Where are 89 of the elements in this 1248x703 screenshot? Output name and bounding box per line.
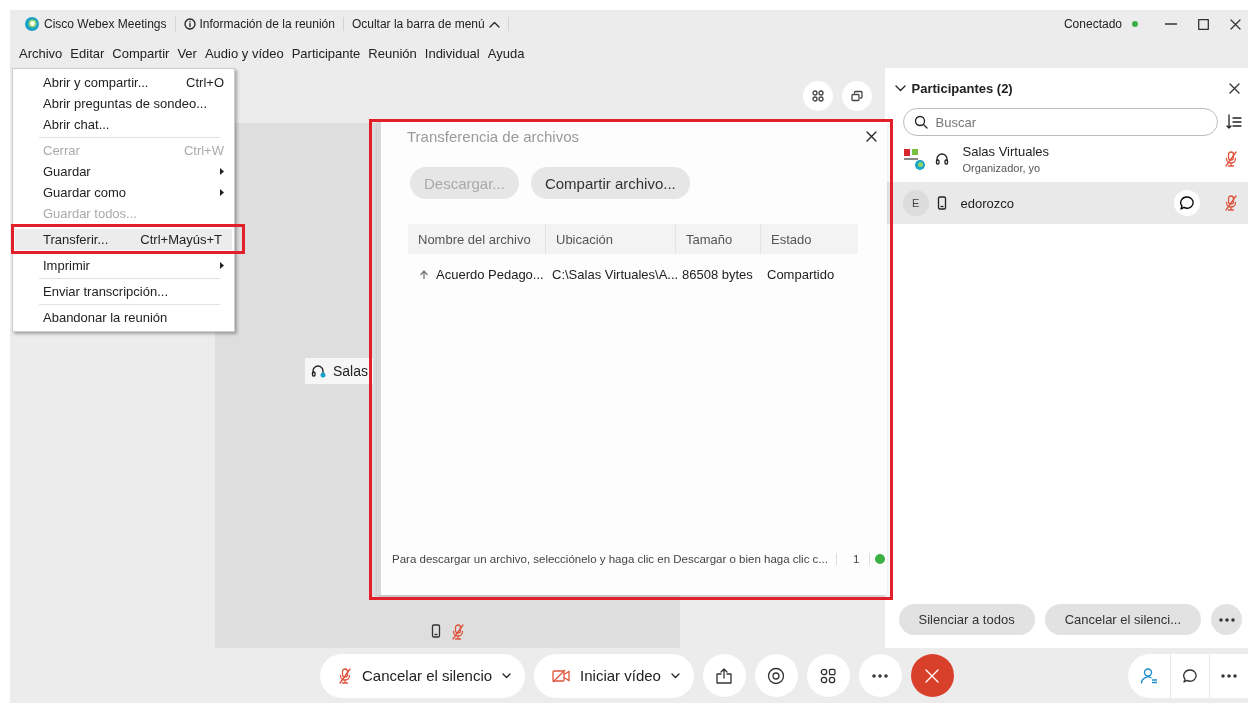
search-icon [913,115,928,129]
chat-icon [1179,195,1195,211]
more-icon [1221,673,1237,678]
table-cell: 86508 bytes [682,266,753,282]
headset-icon [934,152,949,166]
menu-bar-item[interactable]: Audio y vídeo [200,45,288,61]
leave-meeting-button[interactable] [910,654,954,697]
close-dialog-icon [866,130,877,142]
menu-item[interactable]: Abrir chat... [15,114,234,135]
table-cell: Acuerdo Pedago... [436,266,544,282]
upload-arrow-icon [420,269,428,279]
chat-icon [1182,667,1198,684]
menu-bar-item[interactable]: Ayuda [483,45,529,61]
close-icon [1229,18,1241,30]
search-field[interactable]: Buscar [902,108,1218,136]
caret-down-icon [670,672,680,679]
app-title: Cisco Webex Meetings [44,17,167,31]
column-header[interactable]: Tamaño [675,224,760,254]
headset-icon [311,364,327,378]
share-icon [715,667,734,684]
tile-name-label: Salas [305,358,373,384]
participant-name: Salas Virtuales [962,144,1051,159]
maximize-icon [1197,18,1209,30]
start-video-button[interactable]: Iniciar vídeo [534,653,694,698]
participant-row[interactable]: E edorozco [884,182,1248,224]
windows-icon [850,89,863,102]
person-list-icon [1140,666,1158,685]
table-cell: C:\Salas Virtuales\A... [552,266,679,282]
meeting-info-button[interactable]: Información de la reunión [175,17,344,31]
windows-button[interactable] [841,80,872,111]
menu-bar-item[interactable]: Participante [287,45,365,61]
menu-item[interactable]: Imprimir [15,255,234,276]
menu-item[interactable]: Abrir y compartir... Ctrl+O [15,72,234,93]
record-icon [767,666,786,685]
apps-icon [820,667,837,684]
connection-status: Conectado [1063,17,1122,31]
more-button[interactable] [1211,604,1242,635]
table-cell: Compartido [767,266,835,282]
more-icon [1218,617,1235,622]
dialog-button[interactable]: Compartir archivo... [530,167,690,199]
panel-action-button[interactable]: Silenciar a todos [898,604,1035,635]
apps-button[interactable] [806,654,850,697]
menu-item[interactable]: Guardar como [15,182,234,203]
submenu-arrow-icon [220,189,224,196]
menu-bar-item[interactable]: Archivo [15,45,67,61]
panel-action-button[interactable]: Cancelar el silenci... [1044,604,1201,635]
close-icon [925,668,940,683]
participant-row[interactable]: Salas Virtuales Organizador, yo [884,138,1248,180]
menu-item[interactable]: Enviar transcripción... [15,281,234,302]
column-header[interactable]: Nombre del archivo [408,224,545,254]
avatar: E [902,190,929,216]
phone-icon [936,196,947,210]
close-panel-icon [1229,82,1240,94]
webex-logo-icon [24,16,40,32]
grid-layout-button[interactable] [802,80,833,111]
avatar-logo-drawing [902,147,927,171]
column-header[interactable]: Estado [760,224,858,254]
menu-bar-item[interactable]: Reunión [364,45,421,61]
file-count: 1 [836,553,871,565]
chevron-down-icon [894,84,906,92]
share-button[interactable] [702,654,746,697]
dialog-status-text: Para descargar un archivo, selecciónelo y haga clic en Descargar o bien haga clic c... [392,553,837,565]
chat-button[interactable] [1174,190,1200,216]
menu-bar-item[interactable]: Editar [66,45,109,61]
hide-menu-bar-button[interactable]: Ocultar la barra de menú [343,17,509,31]
menu-item[interactable]: Abandonar la reunión [15,307,234,328]
menu-bar-item[interactable]: Individual [420,45,484,61]
menu-bar-item[interactable]: Compartir [108,45,174,61]
panel-title: Participantes (2) [911,80,1013,96]
sort-icon [1226,114,1242,130]
more-icon [872,673,889,678]
info-icon [183,18,196,30]
submenu-arrow-icon [220,168,224,175]
participant-name: edorozco [960,195,1016,211]
minimize-icon [1165,23,1177,25]
menu-bar-item[interactable]: Ver [173,45,201,61]
record-button[interactable] [754,654,798,697]
chevron-up-icon [488,20,500,28]
participant-role: Organizador, yo [962,162,1042,174]
menu-item[interactable]: Guardar [15,161,234,182]
grid-icon [811,89,824,102]
submenu-arrow-icon [220,262,224,269]
caret-down-icon [502,672,512,679]
phone-icon [430,624,441,638]
column-header[interactable]: Ubicación [545,224,675,254]
dialog-title: Transferencia de archivos [407,127,580,145]
unmute-button[interactable]: Cancelar el silencio [320,653,526,698]
menu-item[interactable]: Abrir preguntas de sondeo... [15,93,234,114]
menu-item[interactable]: Transferir... Ctrl+Mayús+T [15,229,232,250]
